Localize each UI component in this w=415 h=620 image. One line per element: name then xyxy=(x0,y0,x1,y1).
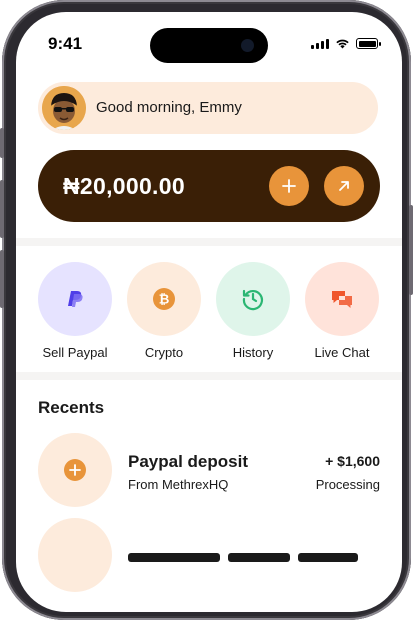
power-button xyxy=(409,205,413,295)
action-crypto[interactable]: ₿ Crypto xyxy=(122,262,206,360)
action-history[interactable]: History xyxy=(211,262,295,360)
paypal-icon xyxy=(68,291,83,307)
transaction-icon-circle xyxy=(38,518,112,592)
chat-icon xyxy=(332,291,352,308)
status-icons xyxy=(311,38,381,49)
volume-up-button xyxy=(0,180,4,238)
transaction-amount: + $1,600 xyxy=(325,453,380,469)
transaction-status: Processing xyxy=(315,477,380,492)
balance-card: ₦20,000.00 xyxy=(38,150,380,222)
paypal-icon-circle xyxy=(38,262,112,336)
status-bar: 9:41 xyxy=(16,12,402,72)
balance-amount: ₦20,000.00 xyxy=(63,173,185,199)
action-live-chat[interactable]: Live Chat xyxy=(300,262,384,360)
dynamic-island xyxy=(150,28,268,63)
greeting-banner[interactable]: Good morning, Emmy xyxy=(38,82,378,134)
battery-icon xyxy=(356,38,381,49)
transaction-source: From MethrexHQ xyxy=(128,477,229,492)
quick-actions: Sell Paypal ₿ Crypto History Live Chat xyxy=(16,262,402,362)
list-item[interactable] xyxy=(38,518,380,592)
deposit-icon-circle xyxy=(38,433,112,507)
arrow-up-right-icon xyxy=(339,181,349,191)
history-icon-circle xyxy=(216,262,290,336)
action-label: Sell Paypal xyxy=(42,345,108,360)
svg-text:₿: ₿ xyxy=(159,292,170,307)
plus-circle-icon xyxy=(64,459,86,481)
history-icon xyxy=(242,289,264,311)
plus-icon xyxy=(282,179,296,193)
recents-heading: Recents xyxy=(38,398,105,417)
action-label: Live Chat xyxy=(314,345,370,360)
action-label: Crypto xyxy=(144,345,184,360)
volume-down-button xyxy=(0,250,4,308)
status-time: 9:41 xyxy=(48,34,83,53)
app-screen: 9:41 Good morning, Emmy ₦20,000.00 Sell … xyxy=(16,12,402,612)
action-label: History xyxy=(232,345,274,360)
greeting-text: Good morning, Emmy xyxy=(96,99,242,116)
send-funds-button[interactable] xyxy=(324,166,364,206)
transaction-title: Paypal deposit xyxy=(128,452,248,471)
section-divider xyxy=(16,372,402,380)
action-sell-paypal[interactable]: Sell Paypal xyxy=(33,262,117,360)
wifi-icon xyxy=(336,39,349,49)
silent-switch xyxy=(0,128,4,158)
section-divider xyxy=(16,238,402,246)
phone-frame: 9:41 Good morning, Emmy ₦20,000.00 Sell … xyxy=(0,0,413,620)
list-item[interactable]: Paypal deposit From MethrexHQ + $1,600 P… xyxy=(38,433,380,507)
bitcoin-icon: ₿ xyxy=(153,288,175,310)
bitcoin-icon-circle: ₿ xyxy=(127,262,201,336)
truncated-text-placeholder xyxy=(128,553,358,562)
avatar[interactable] xyxy=(42,86,86,130)
cellular-signal-icon xyxy=(311,39,329,49)
camera-icon xyxy=(241,39,254,52)
chat-icon-circle xyxy=(305,262,379,336)
add-funds-button[interactable] xyxy=(269,166,309,206)
